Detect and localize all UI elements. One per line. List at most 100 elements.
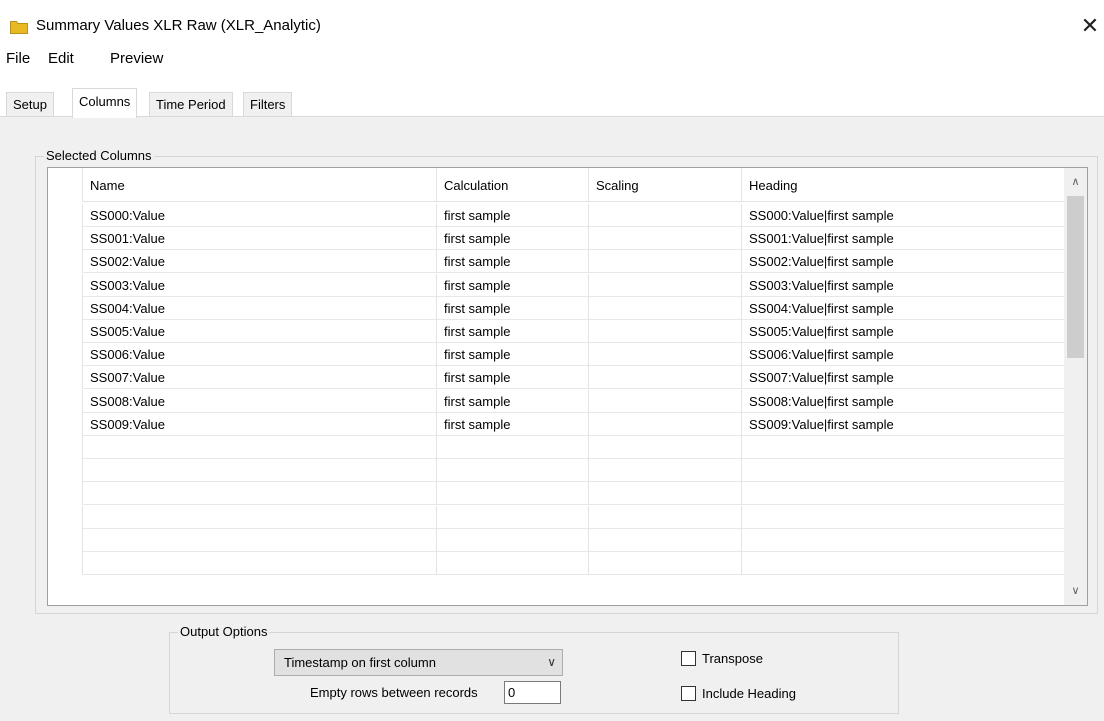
- cell-name[interactable]: [83, 459, 437, 483]
- row-selector[interactable]: [48, 459, 83, 483]
- cell-name[interactable]: SS004:Value: [83, 296, 437, 320]
- chevron-down-icon[interactable]: ∨: [547, 650, 556, 675]
- menu-edit[interactable]: Edit: [48, 50, 74, 67]
- cell-heading[interactable]: [742, 552, 1064, 575]
- row-selector[interactable]: [48, 366, 83, 390]
- row-selector[interactable]: [48, 296, 83, 320]
- cell-scaling[interactable]: [589, 250, 742, 274]
- header-name[interactable]: Name: [83, 168, 437, 202]
- cell-heading[interactable]: SS001:Value|first sample: [742, 227, 1064, 250]
- tab-setup[interactable]: Setup: [6, 92, 54, 116]
- table-row[interactable]: SS000:Value first sample SS000:Value|first…: [48, 204, 1064, 227]
- cell-name[interactable]: [83, 482, 437, 506]
- scroll-down-icon[interactable]: ∨: [1064, 581, 1087, 601]
- cell-calculation[interactable]: [437, 482, 589, 506]
- scroll-up-icon[interactable]: ∧: [1064, 172, 1087, 192]
- timestamp-select[interactable]: Timestamp on first column ∨: [274, 649, 563, 676]
- cell-name[interactable]: SS008:Value: [83, 389, 437, 413]
- cell-calculation[interactable]: [437, 505, 589, 529]
- table-row[interactable]: [48, 505, 1064, 529]
- cell-calculation[interactable]: first sample: [437, 227, 589, 251]
- cell-name[interactable]: SS007:Value: [83, 366, 437, 390]
- table-row[interactable]: SS001:Value first sample SS001:Value|first…: [48, 227, 1064, 251]
- cell-scaling[interactable]: [589, 505, 742, 529]
- row-selector[interactable]: [48, 482, 83, 506]
- cell-calculation[interactable]: first sample: [437, 273, 589, 297]
- table-row[interactable]: SS003:Value first sample SS003:Value|first…: [48, 273, 1064, 297]
- cell-scaling[interactable]: [589, 482, 742, 506]
- row-selector[interactable]: [48, 528, 83, 552]
- cell-heading[interactable]: [742, 436, 1064, 459]
- table-row[interactable]: SS004:Value first sample SS004:Value|first…: [48, 296, 1064, 320]
- table-row[interactable]: SS007:Value first sample SS007:Value|first…: [48, 366, 1064, 390]
- close-button[interactable]: ✕: [1080, 14, 1100, 38]
- cell-calculation[interactable]: first sample: [437, 320, 589, 343]
- row-selector[interactable]: [48, 250, 83, 274]
- table-row[interactable]: SS002:Value first sample SS002:Value|first…: [48, 250, 1064, 274]
- table-row[interactable]: [48, 528, 1064, 552]
- cell-heading[interactable]: SS007:Value|first sample: [742, 366, 1064, 389]
- header-scaling[interactable]: Scaling: [589, 168, 742, 202]
- row-selector[interactable]: [48, 412, 83, 436]
- cell-heading[interactable]: SS005:Value|first sample: [742, 320, 1064, 343]
- cell-scaling[interactable]: [589, 436, 742, 459]
- tab-filters[interactable]: Filters: [243, 92, 293, 116]
- cell-name[interactable]: SS003:Value: [83, 273, 437, 297]
- cell-scaling[interactable]: [589, 552, 742, 575]
- cell-name[interactable]: SS005:Value: [83, 320, 437, 343]
- cell-heading[interactable]: SS002:Value|first sample: [742, 250, 1064, 273]
- cell-scaling[interactable]: [589, 459, 742, 483]
- menu-file[interactable]: File: [6, 50, 30, 67]
- include-heading-checkbox[interactable]: [681, 686, 696, 701]
- row-selector[interactable]: [48, 343, 83, 367]
- cell-name[interactable]: SS006:Value: [83, 343, 437, 367]
- cell-name[interactable]: [83, 505, 437, 529]
- row-selector[interactable]: [48, 204, 83, 227]
- cell-calculation[interactable]: first sample: [437, 296, 589, 320]
- menu-preview[interactable]: Preview: [110, 50, 163, 67]
- row-selector[interactable]: [48, 552, 83, 575]
- cell-scaling[interactable]: [589, 204, 742, 227]
- cell-calculation[interactable]: first sample: [437, 412, 589, 436]
- cell-heading[interactable]: SS009:Value|first sample: [742, 413, 1064, 436]
- tab-time-period[interactable]: Time Period: [149, 92, 233, 116]
- cell-calculation[interactable]: [437, 552, 589, 575]
- cell-scaling[interactable]: [589, 366, 742, 390]
- cell-calculation[interactable]: [437, 459, 589, 483]
- cell-name[interactable]: SS002:Value: [83, 250, 437, 274]
- cell-calculation[interactable]: first sample: [437, 366, 589, 390]
- row-selector[interactable]: [48, 436, 83, 459]
- cell-scaling[interactable]: [589, 412, 742, 436]
- cell-scaling[interactable]: [589, 227, 742, 251]
- columns-grid[interactable]: Name Calculation Scaling Heading SS000:V…: [47, 167, 1088, 606]
- cell-name[interactable]: [83, 436, 437, 459]
- table-row[interactable]: [48, 552, 1064, 575]
- cell-name[interactable]: SS001:Value: [83, 227, 437, 251]
- vertical-scrollbar[interactable]: ∧ ∨: [1064, 168, 1087, 605]
- cell-calculation[interactable]: [437, 436, 589, 459]
- cell-heading[interactable]: SS008:Value|first sample: [742, 390, 1064, 413]
- close-icon[interactable]: ✕: [1081, 13, 1099, 38]
- tab-columns[interactable]: Columns: [72, 88, 138, 118]
- cell-scaling[interactable]: [589, 343, 742, 367]
- row-selector[interactable]: [48, 320, 83, 343]
- row-selector[interactable]: [48, 505, 83, 529]
- cell-heading[interactable]: [742, 506, 1064, 529]
- table-row[interactable]: SS006:Value first sample SS006:Value|first…: [48, 343, 1064, 367]
- table-row[interactable]: SS008:Value first sample SS008:Value|first…: [48, 389, 1064, 413]
- transpose-checkbox[interactable]: [681, 651, 696, 666]
- table-row[interactable]: [48, 482, 1064, 506]
- cell-calculation[interactable]: [437, 528, 589, 552]
- cell-heading[interactable]: [742, 529, 1064, 552]
- cell-heading[interactable]: SS004:Value|first sample: [742, 297, 1064, 320]
- cell-name[interactable]: SS009:Value: [83, 412, 437, 436]
- cell-scaling[interactable]: [589, 273, 742, 297]
- cell-name[interactable]: [83, 552, 437, 575]
- transpose-label[interactable]: Transpose: [702, 651, 763, 666]
- cell-calculation[interactable]: first sample: [437, 389, 589, 413]
- include-heading-label[interactable]: Include Heading: [702, 686, 796, 701]
- row-selector[interactable]: [48, 273, 83, 297]
- cell-scaling[interactable]: [589, 296, 742, 320]
- table-row[interactable]: SS005:Value first sample SS005:Value|first…: [48, 320, 1064, 343]
- header-calculation[interactable]: Calculation: [437, 168, 589, 202]
